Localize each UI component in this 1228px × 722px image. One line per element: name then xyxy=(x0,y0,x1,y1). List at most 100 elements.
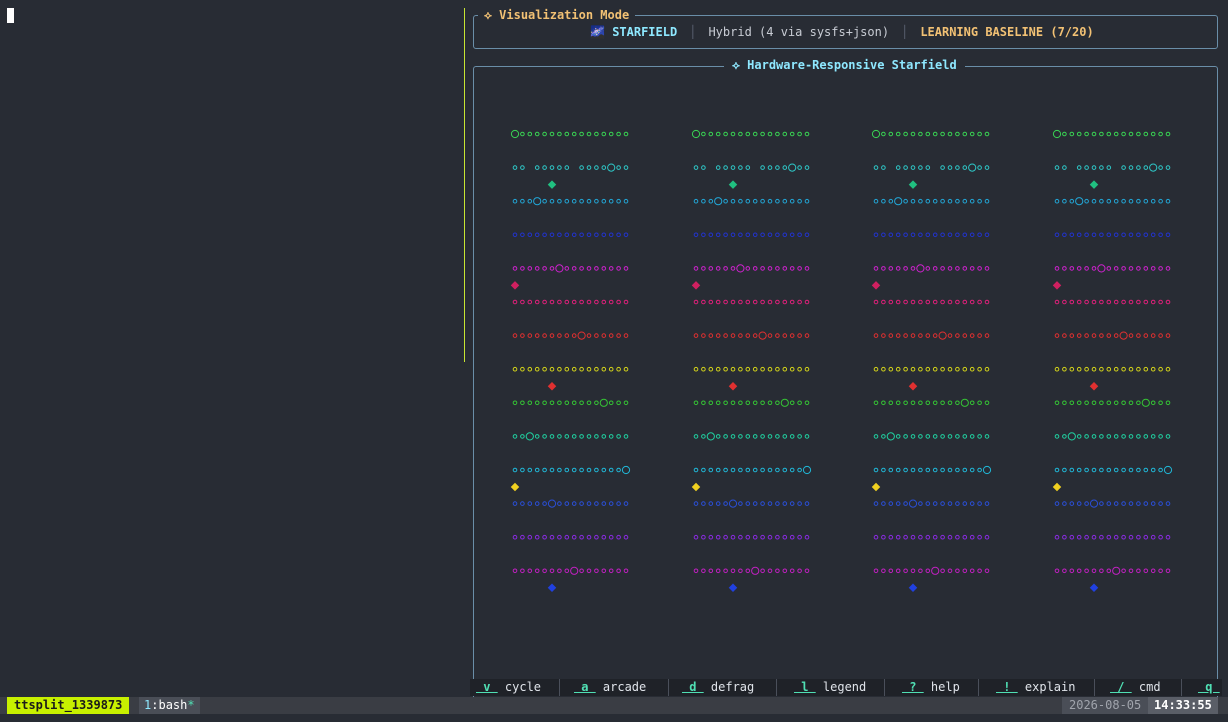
star xyxy=(804,400,810,406)
star xyxy=(977,198,982,204)
hint-key: ? xyxy=(902,680,924,694)
star xyxy=(775,333,780,338)
star xyxy=(616,232,621,238)
star xyxy=(1062,400,1067,406)
hint-help[interactable]: ? help xyxy=(902,680,960,694)
star xyxy=(1054,467,1060,473)
hint-defrag[interactable]: d defrag xyxy=(682,680,754,694)
star xyxy=(910,568,916,574)
hint-key: l xyxy=(794,680,816,694)
star xyxy=(738,400,743,406)
star xyxy=(1076,434,1082,439)
star xyxy=(693,400,699,406)
star xyxy=(977,501,982,506)
pane-divider[interactable] xyxy=(464,8,465,362)
star xyxy=(738,366,743,372)
star xyxy=(888,366,894,372)
star xyxy=(775,266,780,271)
status-date: 2026-08-05 xyxy=(1062,697,1149,714)
star xyxy=(1113,266,1119,271)
star xyxy=(752,366,758,372)
star xyxy=(623,131,629,137)
hint-cycle[interactable]: v cycle xyxy=(476,680,541,694)
star xyxy=(520,434,525,439)
star xyxy=(1091,568,1097,574)
star xyxy=(533,197,542,206)
session-name[interactable]: ttsplit_1339873 xyxy=(7,697,130,714)
star xyxy=(1106,131,1112,137)
star xyxy=(1091,333,1097,338)
star xyxy=(601,333,607,338)
star xyxy=(881,400,886,406)
star xyxy=(527,366,533,372)
star xyxy=(564,266,570,271)
star xyxy=(903,534,908,540)
star xyxy=(1165,366,1171,372)
star xyxy=(623,400,629,406)
star xyxy=(881,467,886,473)
star xyxy=(1165,232,1171,238)
star xyxy=(708,534,714,540)
star xyxy=(745,165,751,170)
star xyxy=(693,299,699,305)
star xyxy=(977,534,982,540)
star xyxy=(549,131,555,137)
star xyxy=(1136,400,1141,406)
star xyxy=(873,434,879,439)
star xyxy=(738,232,743,238)
star xyxy=(873,165,879,170)
star xyxy=(881,131,886,137)
window-tab-bash[interactable]: 1:bash* xyxy=(139,697,200,714)
star xyxy=(557,434,562,439)
star xyxy=(701,366,706,372)
star xyxy=(1113,333,1119,338)
star xyxy=(797,467,802,473)
hint-arcade[interactable]: a arcade xyxy=(574,680,646,694)
star xyxy=(940,467,945,473)
star xyxy=(1150,501,1156,506)
star xyxy=(555,264,564,273)
star xyxy=(715,467,721,473)
star xyxy=(977,333,982,338)
star xyxy=(708,198,714,204)
star xyxy=(969,467,975,473)
star xyxy=(557,568,562,574)
terminal-cursor xyxy=(7,8,14,23)
star xyxy=(549,400,555,406)
star xyxy=(918,333,923,338)
star xyxy=(564,232,570,238)
hint-cmd[interactable]: / cmd xyxy=(1110,680,1160,694)
star xyxy=(804,266,810,271)
hint-quit[interactable]: q xyxy=(1198,680,1220,694)
star xyxy=(520,333,525,338)
hint-desc: cycle xyxy=(497,680,542,694)
star xyxy=(1091,299,1097,305)
star xyxy=(579,165,584,170)
star xyxy=(888,299,894,305)
hint-explain[interactable]: ! explain xyxy=(996,680,1075,694)
star xyxy=(932,266,938,271)
star-diamond xyxy=(728,180,738,189)
star xyxy=(1062,232,1067,238)
star xyxy=(520,266,525,271)
star xyxy=(534,366,540,372)
star xyxy=(745,366,751,372)
star xyxy=(947,266,953,271)
star xyxy=(1084,568,1089,574)
hint-separator xyxy=(1181,679,1182,696)
star xyxy=(775,501,780,506)
star xyxy=(520,198,525,204)
star xyxy=(760,131,765,137)
star xyxy=(616,198,621,204)
star xyxy=(1128,198,1134,204)
star xyxy=(1141,398,1150,407)
hint-legend[interactable]: l legend xyxy=(794,680,866,694)
star xyxy=(918,131,923,137)
star xyxy=(888,266,894,271)
star xyxy=(1069,266,1075,271)
star-diamond xyxy=(691,281,701,290)
star xyxy=(895,534,901,540)
star xyxy=(888,467,894,473)
star xyxy=(916,264,925,273)
star xyxy=(955,467,960,473)
